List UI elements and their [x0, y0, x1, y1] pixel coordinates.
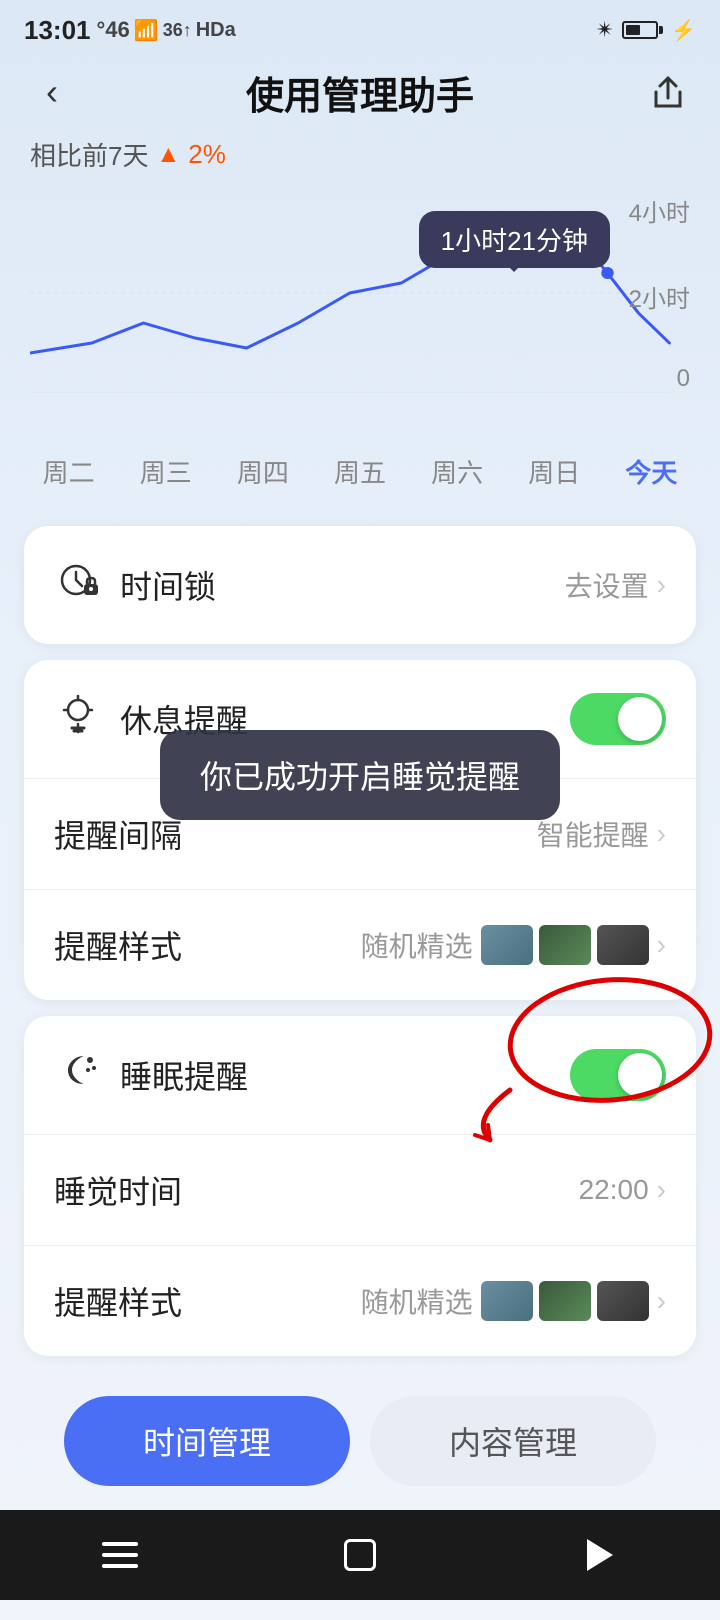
sleep-reminder-card: 睡眠提醒 睡觉时间 22:00 › 提醒样式 随机精选 ›	[24, 1016, 696, 1356]
rest-style-value: 随机精选	[361, 925, 473, 965]
stats-prefix: 相比前7天	[30, 136, 148, 173]
time-lock-chevron: ›	[657, 569, 666, 601]
tab-time-label: 时间管理	[143, 1418, 271, 1464]
tab-time-management[interactable]: 时间管理	[64, 1396, 350, 1486]
app-header: ‹ 使用管理助手	[0, 56, 720, 136]
wifi-icon: °46	[97, 17, 130, 43]
stats-percent: 2%	[188, 139, 226, 170]
rest-style-chevron: ›	[657, 929, 666, 961]
back-button[interactable]: ‹	[24, 64, 80, 120]
sleep-thumb-2	[539, 1281, 591, 1321]
rest-thumb-1	[481, 925, 533, 965]
time-label: 13:01	[24, 15, 91, 46]
sleep-thumb-1	[481, 1281, 533, 1321]
tab-content-label: 内容管理	[449, 1418, 577, 1464]
sleep-reminder-icon	[54, 1048, 102, 1102]
sleep-time-chevron: ›	[657, 1174, 666, 1206]
chart-y-labels: 4小时 2小时 0	[629, 193, 690, 393]
rest-reminder-card: 休息提醒 提醒间隔 智能提醒 › 提醒样式 随机精选 ›	[24, 660, 696, 1000]
day-today: 今天	[625, 453, 677, 490]
sleep-reminder-left: 睡眠提醒	[54, 1048, 248, 1102]
arrow-up-icon: ▲	[156, 141, 180, 169]
status-bar: 13:01 °46 📶 36↑ HDa ✴ ⚡	[0, 0, 720, 56]
nav-menu-button[interactable]	[80, 1515, 160, 1595]
toast-text: 你已成功开启睡觉提醒	[200, 759, 520, 795]
sleep-thumb-strip	[481, 1281, 649, 1321]
time-lock-right[interactable]: 去设置 ›	[565, 565, 666, 605]
status-right-icons: ✴ ⚡	[596, 17, 696, 43]
rest-style-row[interactable]: 提醒样式 随机精选 ›	[24, 890, 696, 1000]
day-fri: 周六	[431, 453, 483, 490]
signal-icons: °46 📶 36↑ HDa	[97, 17, 236, 43]
rest-interval-value: 智能提醒	[537, 814, 649, 854]
time-lock-row[interactable]: 时间锁 去设置 ›	[24, 526, 696, 644]
rest-interval-label: 提醒间隔	[54, 811, 182, 857]
time-lock-left: 时间锁	[54, 558, 216, 612]
time-lock-action: 去设置	[565, 565, 649, 605]
sleep-style-chevron: ›	[657, 1285, 666, 1317]
share-icon	[648, 72, 688, 112]
sleep-reminder-main-row: 睡眠提醒	[24, 1016, 696, 1135]
sleep-reminder-label: 睡眠提醒	[120, 1052, 248, 1098]
nav-home-icon	[344, 1539, 376, 1571]
signal-4g-icon: 📶	[134, 18, 159, 43]
bottom-tabs: 时间管理 内容管理	[24, 1372, 696, 1510]
rest-style-label: 提醒样式	[54, 922, 182, 968]
sleep-time-value: 22:00	[579, 1174, 649, 1206]
stats-bar: 相比前7天 ▲ 2%	[0, 136, 720, 183]
day-sat: 周日	[528, 453, 580, 490]
charging-icon: ⚡	[671, 18, 696, 43]
nav-bar	[0, 1510, 720, 1600]
status-time: 13:01 °46 📶 36↑ HDa	[24, 15, 236, 46]
nav-home-button[interactable]	[320, 1515, 400, 1595]
sleep-style-label: 提醒样式	[54, 1278, 182, 1324]
rest-reminder-toggle[interactable]	[570, 693, 666, 745]
sleep-style-value: 随机精选	[361, 1281, 473, 1321]
sleep-time-right: 22:00 ›	[579, 1174, 666, 1206]
rest-thumb-3	[597, 925, 649, 965]
sleep-time-label: 睡觉时间	[54, 1167, 182, 1213]
sleep-toggle-knob	[618, 1053, 662, 1097]
usage-chart: 4小时 2小时 0 1小时21分钟	[0, 183, 720, 443]
sleep-style-right: 随机精选 ›	[361, 1281, 666, 1321]
rest-interval-chevron: ›	[657, 818, 666, 850]
tab-content-management[interactable]: 内容管理	[370, 1396, 656, 1486]
toast-notification: 你已成功开启睡觉提醒	[160, 730, 560, 820]
day-thu: 周五	[334, 453, 386, 490]
hd-label: HDa	[196, 19, 236, 42]
share-button[interactable]	[640, 64, 696, 120]
signal-3g-icon: 36↑	[163, 20, 192, 41]
rest-reminder-icon	[54, 692, 102, 746]
day-mon: 周二	[43, 453, 95, 490]
time-lock-label: 时间锁	[120, 562, 216, 608]
back-arrow-icon: ‹	[46, 71, 58, 113]
toggle-knob	[618, 697, 662, 741]
battery-icon	[622, 21, 663, 39]
time-lock-card: 时间锁 去设置 ›	[24, 526, 696, 644]
y-label-mid: 2小时	[629, 279, 690, 314]
chart-tooltip: 1小时21分钟	[419, 211, 610, 268]
bluetooth-icon: ✴	[596, 17, 614, 43]
page-title: 使用管理助手	[80, 65, 640, 120]
y-label-top: 4小时	[629, 193, 690, 228]
tooltip-text: 1小时21分钟	[441, 226, 588, 256]
nav-back-icon	[587, 1539, 613, 1571]
rest-style-right: 随机精选 ›	[361, 925, 666, 965]
day-wed: 周四	[237, 453, 289, 490]
y-label-bottom: 0	[629, 365, 690, 393]
sleep-reminder-toggle[interactable]	[570, 1049, 666, 1101]
nav-menu-icon	[102, 1553, 138, 1557]
time-lock-icon	[54, 558, 102, 612]
sleep-thumb-3	[597, 1281, 649, 1321]
nav-back-button[interactable]	[560, 1515, 640, 1595]
day-labels: 周二 周三 周四 周五 周六 周日 今天	[0, 443, 720, 510]
sleep-style-row[interactable]: 提醒样式 随机精选 ›	[24, 1246, 696, 1356]
rest-interval-right: 智能提醒 ›	[537, 814, 666, 854]
day-tue: 周三	[140, 453, 192, 490]
rest-thumb-strip	[481, 925, 649, 965]
sleep-time-row[interactable]: 睡觉时间 22:00 ›	[24, 1135, 696, 1246]
rest-thumb-2	[539, 925, 591, 965]
